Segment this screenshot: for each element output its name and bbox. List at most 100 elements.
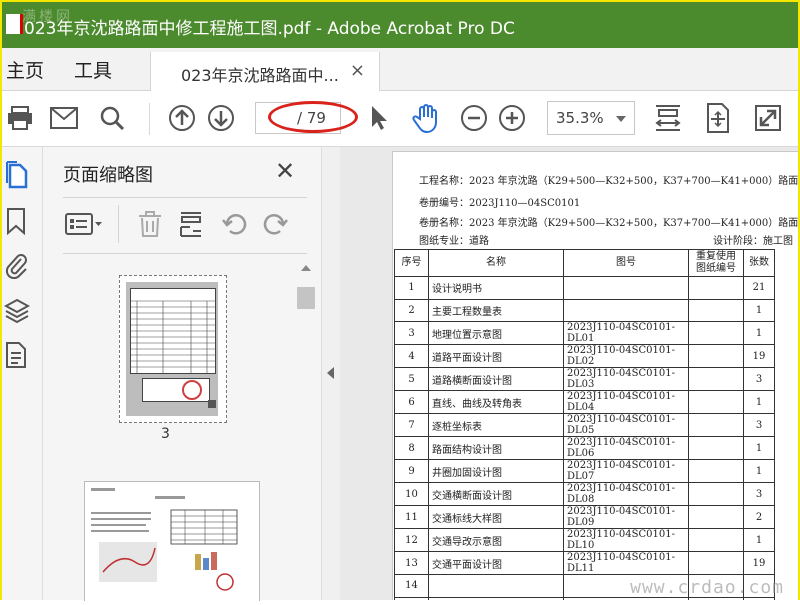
row-code: 2023J110-04SC0101-DL04 [563, 390, 689, 414]
row-code: 2023J110-04SC0101-DL03 [563, 367, 689, 391]
row-name [428, 574, 564, 598]
previous-page-icon[interactable] [166, 102, 198, 134]
document-properties-icon[interactable] [4, 341, 30, 369]
table-row: 6 直线、曲线及转角表 2023J110-04SC0101-DL04 1 [394, 390, 775, 414]
row-no: 12 [394, 528, 429, 552]
watermark-bottom: www.crdao.com [630, 577, 784, 598]
row-code: 2023J110-04SC0101-DL11 [563, 551, 689, 575]
zoom-level-select[interactable]: 35.3% [547, 101, 635, 135]
tab-home[interactable]: 主页 [6, 56, 44, 83]
row-count: 19 [743, 551, 775, 575]
tab-document-label: 023年京沈路路面中... [181, 66, 339, 85]
layers-icon[interactable] [3, 297, 31, 325]
row-reuse [688, 367, 744, 391]
row-count: 3 [743, 482, 775, 506]
window-title: 023年京沈路路面中修工程施工图.pdf - Adobe Acrobat Pro… [24, 19, 515, 39]
thumbnail-panel: 页面缩略图 ✕ 3 [43, 147, 321, 601]
zoom-in-icon[interactable] [496, 102, 528, 134]
pdf-file-icon [6, 14, 23, 34]
row-no: 9 [394, 459, 429, 483]
row-count: 1 [743, 459, 775, 483]
header-count: 张数 [743, 249, 775, 277]
select-cursor-icon[interactable] [363, 102, 395, 134]
row-reuse [688, 482, 744, 506]
panel-tool-separator [118, 205, 119, 243]
thumbnail-page-4[interactable] [84, 481, 260, 601]
panel-close-icon[interactable]: ✕ [275, 157, 295, 185]
table-header-row: 序号 名称 图号 重复使用图纸编号 张数 [394, 249, 775, 277]
fit-page-icon[interactable] [702, 102, 734, 134]
row-count: 1 [743, 298, 775, 322]
thumbnail-page-number: 3 [161, 426, 170, 442]
document-view[interactable]: 工程名称：2023 年京沈路（K29+500—K32+500，K37+700—K… [340, 147, 798, 600]
row-name: 地理位置示意图 [428, 321, 564, 345]
row-reuse [688, 344, 744, 368]
row-reuse [688, 459, 744, 483]
row-name: 主要工程数量表 [428, 298, 564, 322]
header-code: 图号 [563, 249, 689, 277]
tab-bar: 主页 工具 023年京沈路路面中... × [2, 48, 798, 91]
row-no: 7 [394, 413, 429, 437]
row-reuse [688, 298, 744, 322]
full-screen-icon[interactable] [752, 102, 784, 134]
tab-close-icon[interactable]: × [350, 60, 365, 81]
tab-document[interactable]: 023年京沈路路面中... × [150, 52, 380, 91]
thumbnail-page-3[interactable] [119, 275, 227, 423]
row-no: 5 [394, 367, 429, 391]
table-row: 2 主要工程数量表 1 [394, 298, 775, 322]
table-row: 3 地理位置示意图 2023J110-04SC0101-DL01 1 [394, 321, 775, 345]
row-count: 1 [743, 436, 775, 460]
scrollbar-thumb[interactable] [297, 287, 315, 309]
row-count: 2 [743, 505, 775, 529]
hand-tool-icon[interactable] [410, 102, 442, 134]
row-reuse [688, 551, 744, 575]
row-name: 交通横断面设计图 [428, 482, 564, 506]
row-code: 2023J110-04SC0101-DL06 [563, 436, 689, 460]
row-count: 3 [743, 413, 775, 437]
panel-splitter[interactable] [321, 147, 340, 600]
zoom-out-icon[interactable] [458, 102, 490, 134]
trash-icon[interactable] [137, 207, 163, 241]
next-page-icon[interactable] [205, 102, 237, 134]
header-reuse: 重复使用图纸编号 [688, 249, 744, 277]
row-code: 2023J110-04SC0101-DL09 [563, 505, 689, 529]
row-count: 3 [743, 367, 775, 391]
rotate-counterclockwise-icon[interactable] [221, 207, 249, 241]
row-name: 设计说明书 [428, 276, 564, 300]
collapse-panel-arrow-icon[interactable] [327, 367, 334, 379]
zoom-value: 35.3% [556, 109, 604, 127]
row-reuse [688, 528, 744, 552]
row-reuse [688, 505, 744, 529]
bookmark-icon[interactable] [4, 207, 30, 236]
row-no: 1 [394, 276, 429, 300]
row-no: 10 [394, 482, 429, 506]
rotate-clockwise-icon[interactable] [261, 207, 289, 241]
row-name: 直线、曲线及转角表 [428, 390, 564, 414]
drawing-specialty: 图纸专业：道路 [419, 236, 489, 247]
table-row: 8 路面结构设计图 2023J110-04SC0101-DL06 1 [394, 436, 775, 460]
print-icon[interactable] [4, 102, 36, 134]
left-navigation-rail [2, 147, 43, 600]
fit-width-icon[interactable] [652, 102, 684, 134]
row-no: 2 [394, 298, 429, 322]
row-name: 交通标线大样图 [428, 505, 564, 529]
tab-tools[interactable]: 工具 [74, 56, 112, 83]
scroll-up-arrow-icon[interactable] [301, 265, 311, 271]
search-icon[interactable] [96, 102, 128, 134]
thumbnail-scrollbar[interactable] [295, 259, 317, 600]
project-name: 工程名称：2023 年京沈路（K29+500—K32+500，K37+700—K… [419, 176, 798, 187]
row-code: 2023J110-04SC0101-DL02 [563, 344, 689, 368]
row-count: 1 [743, 321, 775, 345]
email-icon[interactable] [48, 102, 80, 134]
table-row: 1 设计说明书 21 [394, 276, 775, 300]
row-code: 2023J110-04SC0101-DL05 [563, 413, 689, 437]
thumbnail-options-icon[interactable] [65, 207, 103, 241]
page-thumbnails-icon[interactable] [4, 161, 30, 189]
table-row: 9 井圈加固设计图 2023J110-04SC0101-DL07 1 [394, 459, 775, 483]
table-row: 4 道路平面设计图 2023J110-04SC0101-DL02 19 [394, 344, 775, 368]
row-no: 11 [394, 505, 429, 529]
row-no: 13 [394, 551, 429, 575]
row-code: 2023J110-04SC0101-DL07 [563, 459, 689, 483]
attachment-icon[interactable] [4, 251, 30, 280]
insert-pages-icon[interactable] [178, 207, 204, 241]
